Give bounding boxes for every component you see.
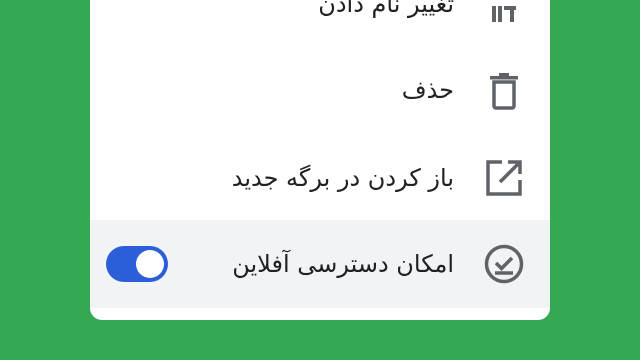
menu-item-label: حذف	[401, 76, 454, 104]
menu-item-label: امکان دسترسی آفلاین	[232, 250, 454, 278]
menu-item-offline-access[interactable]: امکان دسترسی آفلاین	[90, 220, 550, 308]
context-menu: تغییر نام دادن حذف باز کردن در برگه جدید	[90, 0, 550, 320]
offline-check-icon	[482, 242, 526, 286]
menu-item-label: باز کردن در برگه جدید	[231, 164, 454, 192]
menu-item-label: تغییر نام دادن	[318, 0, 454, 18]
toggle-knob	[136, 250, 164, 278]
trash-icon	[482, 68, 526, 112]
menu-item-rename[interactable]: تغییر نام دادن	[90, 0, 550, 48]
menu-item-delete[interactable]: حذف	[90, 46, 550, 134]
menu-item-open-new-tab[interactable]: باز کردن در برگه جدید	[90, 134, 550, 222]
open-in-new-icon	[482, 156, 526, 200]
offline-toggle[interactable]	[106, 246, 168, 282]
rename-icon	[482, 0, 526, 26]
